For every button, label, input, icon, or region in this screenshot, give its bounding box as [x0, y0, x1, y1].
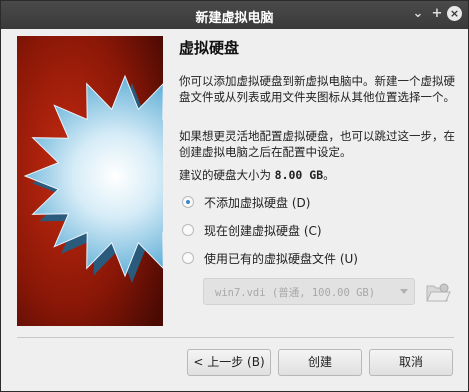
virtual-disk-star-graphic	[17, 36, 163, 326]
radio-icon[interactable]	[182, 196, 194, 208]
new-vm-dialog: 新建虚拟电脑 ⌄ + × 虚拟硬盘 你可以添加虚拟硬盘到新虚拟电脑中。新建一个虚…	[0, 0, 469, 392]
size-prefix: 建议的硬盘大小为	[179, 168, 271, 182]
recommended-size-text: 建议的硬盘大小为 8.00 GB。	[179, 167, 459, 183]
option-no-disk[interactable]: 不添加虚拟硬盘 (D)	[182, 193, 310, 211]
wizard-side-image	[17, 36, 163, 326]
radio-icon[interactable]	[182, 252, 194, 264]
create-button[interactable]: 创建	[278, 349, 362, 376]
chevron-down-icon	[400, 289, 408, 294]
folder-open-icon	[426, 283, 451, 302]
select-value: win7.vdi (普通, 100.00 GB)	[215, 287, 376, 299]
size-value: 8.00 GB	[274, 168, 324, 182]
page-heading: 虚拟硬盘	[179, 39, 240, 57]
option-label: 使用已有的虚拟硬盘文件 (U)	[204, 251, 358, 266]
option-existing-disk[interactable]: 使用已有的虚拟硬盘文件 (U)	[182, 249, 358, 267]
minimize-icon[interactable]: ⌄	[410, 6, 426, 22]
back-button[interactable]: < 上一步 (B)	[187, 349, 271, 376]
maximize-icon[interactable]: +	[429, 6, 445, 22]
existing-disk-select[interactable]: win7.vdi (普通, 100.00 GB)	[203, 278, 415, 305]
option-label: 现在创建虚拟硬盘 (C)	[204, 223, 322, 238]
close-icon[interactable]: ×	[447, 6, 462, 21]
radio-icon[interactable]	[182, 224, 194, 236]
option-label: 不添加虚拟硬盘 (D)	[204, 195, 311, 210]
choose-disk-file-button[interactable]	[425, 280, 451, 304]
intro-paragraph: 你可以添加虚拟硬盘到新虚拟电脑中。新建一个虚拟硬盘文件或从列表或用文件夹图标从其…	[179, 74, 455, 104]
window-title: 新建虚拟电脑	[195, 11, 274, 26]
title-bar[interactable]: 新建虚拟电脑 ⌄ + ×	[1, 1, 468, 29]
cancel-button[interactable]: 取消	[369, 349, 453, 376]
option-create-disk[interactable]: 现在创建虚拟硬盘 (C)	[182, 221, 322, 239]
divider	[17, 337, 454, 338]
skip-paragraph: 如果想更灵活地配置虚拟硬盘，也可以跳过这一步，在创建虚拟电脑之后在配置中设定。	[179, 129, 455, 159]
size-suffix: 。	[323, 168, 335, 182]
